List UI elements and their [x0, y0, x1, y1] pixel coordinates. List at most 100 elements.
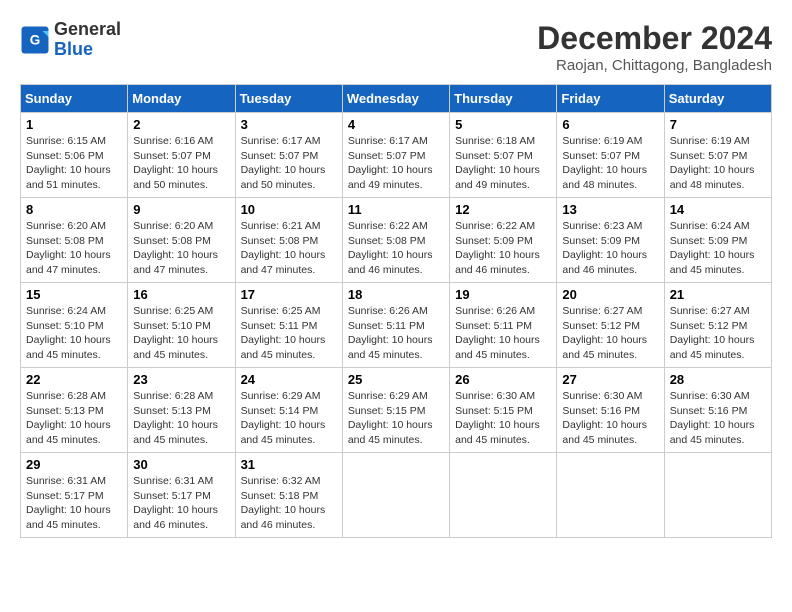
table-row: 29 Sunrise: 6:31 AMSunset: 5:17 PMDayligh…	[21, 453, 128, 538]
calendar-body: 1Sunrise: 6:15 AMSunset: 5:06 PMDaylight…	[21, 113, 772, 538]
day-info: Sunrise: 6:18 AMSunset: 5:07 PMDaylight:…	[455, 134, 551, 193]
day-info: Sunrise: 6:28 AMSunset: 5:13 PMDaylight:…	[133, 389, 229, 448]
day-number: 30	[133, 457, 229, 472]
table-row: 18 Sunrise: 6:26 AMSunset: 5:11 PMDayligh…	[342, 283, 449, 368]
table-row: 27Sunrise: 6:30 AMSunset: 5:16 PMDayligh…	[557, 368, 664, 453]
table-row: 23 Sunrise: 6:28 AMSunset: 5:13 PMDayligh…	[128, 368, 235, 453]
day-number: 31	[241, 457, 337, 472]
day-info: Sunrise: 6:19 AMSunset: 5:07 PMDaylight:…	[562, 134, 658, 193]
day-number: 18	[348, 287, 444, 302]
table-row	[450, 453, 557, 538]
day-number: 14	[670, 202, 766, 217]
day-info: Sunrise: 6:19 AMSunset: 5:07 PMDaylight:…	[670, 134, 766, 193]
day-info: Sunrise: 6:31 AMSunset: 5:17 PMDaylight:…	[133, 474, 229, 533]
table-row: 7 Sunrise: 6:19 AMSunset: 5:07 PMDaylight…	[664, 113, 771, 198]
day-number: 21	[670, 287, 766, 302]
day-number: 25	[348, 372, 444, 387]
table-row	[664, 453, 771, 538]
day-number: 11	[348, 202, 444, 217]
col-sunday: Sunday	[21, 85, 128, 113]
table-row	[557, 453, 664, 538]
day-info: Sunrise: 6:15 AMSunset: 5:06 PMDaylight:…	[26, 134, 122, 193]
logo-icon: G	[20, 25, 50, 55]
table-row: 25 Sunrise: 6:29 AMSunset: 5:15 PMDayligh…	[342, 368, 449, 453]
table-row: 5Sunrise: 6:18 AMSunset: 5:07 PMDaylight…	[450, 113, 557, 198]
day-info: Sunrise: 6:22 AMSunset: 5:09 PMDaylight:…	[455, 219, 551, 278]
day-info: Sunrise: 6:31 AMSunset: 5:17 PMDaylight:…	[26, 474, 122, 533]
day-info: Sunrise: 6:23 AMSunset: 5:09 PMDaylight:…	[562, 219, 658, 278]
day-number: 15	[26, 287, 122, 302]
day-number: 26	[455, 372, 551, 387]
table-row: 8 Sunrise: 6:20 AMSunset: 5:08 PMDaylight…	[21, 198, 128, 283]
day-info: Sunrise: 6:22 AMSunset: 5:08 PMDaylight:…	[348, 219, 444, 278]
day-info: Sunrise: 6:26 AMSunset: 5:11 PMDaylight:…	[348, 304, 444, 363]
location-subtitle: Raojan, Chittagong, Bangladesh	[537, 57, 772, 74]
day-info: Sunrise: 6:20 AMSunset: 5:08 PMDaylight:…	[133, 219, 229, 278]
day-number: 13	[562, 202, 658, 217]
day-number: 16	[133, 287, 229, 302]
table-row: 16 Sunrise: 6:25 AMSunset: 5:10 PMDayligh…	[128, 283, 235, 368]
table-row: 12 Sunrise: 6:22 AMSunset: 5:09 PMDayligh…	[450, 198, 557, 283]
day-number: 7	[670, 117, 766, 132]
day-number: 9	[133, 202, 229, 217]
day-info: Sunrise: 6:20 AMSunset: 5:08 PMDaylight:…	[26, 219, 122, 278]
calendar-week-row: 29 Sunrise: 6:31 AMSunset: 5:17 PMDayligh…	[21, 453, 772, 538]
day-number: 6	[562, 117, 658, 132]
calendar-week-row: 1Sunrise: 6:15 AMSunset: 5:06 PMDaylight…	[21, 113, 772, 198]
table-row: 22Sunrise: 6:28 AMSunset: 5:13 PMDayligh…	[21, 368, 128, 453]
day-number: 12	[455, 202, 551, 217]
day-number: 4	[348, 117, 444, 132]
day-number: 20	[562, 287, 658, 302]
day-number: 19	[455, 287, 551, 302]
day-number: 23	[133, 372, 229, 387]
calendar-week-row: 22Sunrise: 6:28 AMSunset: 5:13 PMDayligh…	[21, 368, 772, 453]
day-info: Sunrise: 6:24 AMSunset: 5:10 PMDaylight:…	[26, 304, 122, 363]
table-row: 4Sunrise: 6:17 AMSunset: 5:07 PMDaylight…	[342, 113, 449, 198]
day-number: 10	[241, 202, 337, 217]
day-number: 28	[670, 372, 766, 387]
title-area: December 2024 Raojan, Chittagong, Bangla…	[537, 20, 772, 74]
col-monday: Monday	[128, 85, 235, 113]
logo: G General Blue	[20, 20, 121, 60]
day-number: 8	[26, 202, 122, 217]
col-saturday: Saturday	[664, 85, 771, 113]
table-row: 14Sunrise: 6:24 AMSunset: 5:09 PMDayligh…	[664, 198, 771, 283]
table-row: 19Sunrise: 6:26 AMSunset: 5:11 PMDayligh…	[450, 283, 557, 368]
logo-blue: Blue	[54, 40, 121, 60]
table-row: 31Sunrise: 6:32 AMSunset: 5:18 PMDayligh…	[235, 453, 342, 538]
col-thursday: Thursday	[450, 85, 557, 113]
col-friday: Friday	[557, 85, 664, 113]
day-info: Sunrise: 6:28 AMSunset: 5:13 PMDaylight:…	[26, 389, 122, 448]
day-info: Sunrise: 6:21 AMSunset: 5:08 PMDaylight:…	[241, 219, 337, 278]
day-number: 29	[26, 457, 122, 472]
calendar-table: Sunday Monday Tuesday Wednesday Thursday…	[20, 84, 772, 538]
day-number: 24	[241, 372, 337, 387]
day-info: Sunrise: 6:27 AMSunset: 5:12 PMDaylight:…	[670, 304, 766, 363]
day-info: Sunrise: 6:29 AMSunset: 5:14 PMDaylight:…	[241, 389, 337, 448]
table-row: 15 Sunrise: 6:24 AMSunset: 5:10 PMDayligh…	[21, 283, 128, 368]
logo-general: General	[54, 20, 121, 40]
calendar-week-row: 8 Sunrise: 6:20 AMSunset: 5:08 PMDaylight…	[21, 198, 772, 283]
month-title: December 2024	[537, 20, 772, 57]
day-info: Sunrise: 6:25 AMSunset: 5:10 PMDaylight:…	[133, 304, 229, 363]
svg-text:G: G	[30, 32, 41, 47]
table-row: 10 Sunrise: 6:21 AMSunset: 5:08 PMDayligh…	[235, 198, 342, 283]
calendar-header-row: Sunday Monday Tuesday Wednesday Thursday…	[21, 85, 772, 113]
table-row: 30 Sunrise: 6:31 AMSunset: 5:17 PMDayligh…	[128, 453, 235, 538]
day-info: Sunrise: 6:29 AMSunset: 5:15 PMDaylight:…	[348, 389, 444, 448]
table-row: 6 Sunrise: 6:19 AMSunset: 5:07 PMDaylight…	[557, 113, 664, 198]
table-row: 17Sunrise: 6:25 AMSunset: 5:11 PMDayligh…	[235, 283, 342, 368]
day-number: 3	[241, 117, 337, 132]
table-row: 20 Sunrise: 6:27 AMSunset: 5:12 PMDayligh…	[557, 283, 664, 368]
header: G General Blue December 2024 Raojan, Chi…	[20, 20, 772, 74]
day-number: 27	[562, 372, 658, 387]
day-info: Sunrise: 6:30 AMSunset: 5:15 PMDaylight:…	[455, 389, 551, 448]
col-wednesday: Wednesday	[342, 85, 449, 113]
table-row: 24 Sunrise: 6:29 AMSunset: 5:14 PMDayligh…	[235, 368, 342, 453]
day-info: Sunrise: 6:25 AMSunset: 5:11 PMDaylight:…	[241, 304, 337, 363]
day-info: Sunrise: 6:17 AMSunset: 5:07 PMDaylight:…	[241, 134, 337, 193]
table-row: 2Sunrise: 6:16 AMSunset: 5:07 PMDaylight…	[128, 113, 235, 198]
day-number: 2	[133, 117, 229, 132]
day-info: Sunrise: 6:27 AMSunset: 5:12 PMDaylight:…	[562, 304, 658, 363]
table-row: 28Sunrise: 6:30 AMSunset: 5:16 PMDayligh…	[664, 368, 771, 453]
